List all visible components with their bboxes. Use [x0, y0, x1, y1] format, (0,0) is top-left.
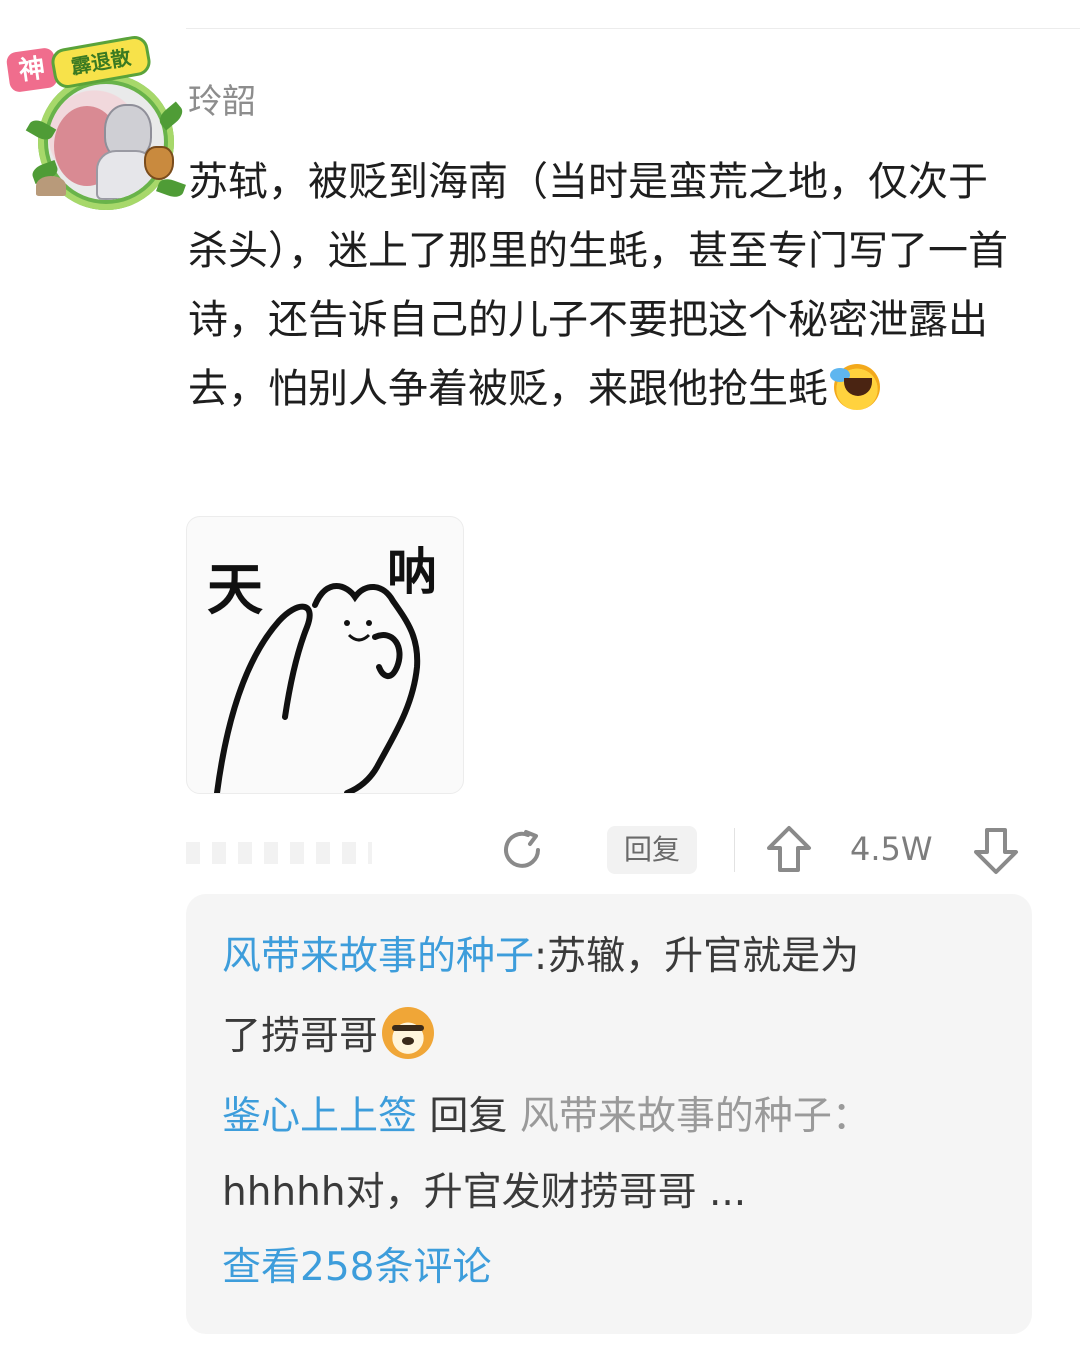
- sticker-text-left: 天: [207, 558, 263, 623]
- reply-button[interactable]: 回复: [607, 826, 697, 874]
- mushroom-icon: [36, 176, 66, 196]
- sticker-drawing: 天 呐: [207, 543, 437, 796]
- reply-to-author[interactable]: 风带来故事的种子: [520, 1094, 832, 1139]
- doge-emoji-icon: [382, 1007, 435, 1059]
- like-count: 4.5W: [850, 830, 933, 868]
- reply-item[interactable]: 鉴心上上签 回复 风带来故事的种子：: [222, 1082, 1012, 1152]
- reply-separator: ：: [831, 1094, 871, 1139]
- avatar[interactable]: 神 霹退散: [5, 33, 188, 210]
- comment-username[interactable]: 玲韶: [188, 74, 256, 123]
- reply-text: hhhhh对，升官发财捞哥哥 ...: [222, 1170, 747, 1215]
- reply-item-continued[interactable]: 了捞哥哥: [222, 1002, 1012, 1072]
- comment-actions: 回复 4.5W: [0, 820, 1080, 884]
- sticker-text-right: 呐: [387, 543, 437, 601]
- blurred-timestamp: [186, 842, 372, 864]
- reply-author[interactable]: 风带来故事的种子: [222, 934, 534, 979]
- downvote-arrow-icon[interactable]: [972, 824, 1020, 876]
- avatar-badge: 神: [5, 46, 59, 94]
- facepalm-laugh-emoji-icon: [830, 364, 880, 410]
- reply-text: 了捞哥哥: [222, 1014, 379, 1059]
- reply-text: 苏辙，升官就是为: [547, 934, 860, 979]
- reply-item-continued[interactable]: hhhhh对，升官发财捞哥哥 ...: [222, 1158, 1012, 1228]
- reply-item[interactable]: 风带来故事的种子:苏辙，升官就是为: [222, 922, 1012, 992]
- reply-author[interactable]: 鉴心上上签: [222, 1094, 417, 1139]
- comment-body: 苏轼，被贬到海南（当时是蛮荒之地，仅次于杀头），迷上了那里的生蚝，甚至专门写了一…: [188, 148, 1008, 424]
- sticker-image[interactable]: 天 呐: [186, 516, 464, 796]
- reply-separator: :: [534, 934, 548, 979]
- top-divider: [186, 28, 1080, 29]
- comment-text: 苏轼，被贬到海南（当时是蛮荒之地，仅次于杀头），迷上了那里的生蚝，甚至专门写了一…: [188, 159, 1008, 412]
- share-icon[interactable]: [498, 826, 546, 874]
- upvote-arrow-icon[interactable]: [765, 824, 813, 876]
- view-more-comments-link[interactable]: 查看258条评论: [222, 1236, 491, 1292]
- action-divider: [734, 828, 735, 872]
- reply-word: 回复: [429, 1094, 508, 1139]
- acorn-icon: [144, 146, 174, 180]
- replies-panel: 风带来故事的种子:苏辙，升官就是为 了捞哥哥 鉴心上上签 回复 风带来故事的种子…: [186, 894, 1032, 1334]
